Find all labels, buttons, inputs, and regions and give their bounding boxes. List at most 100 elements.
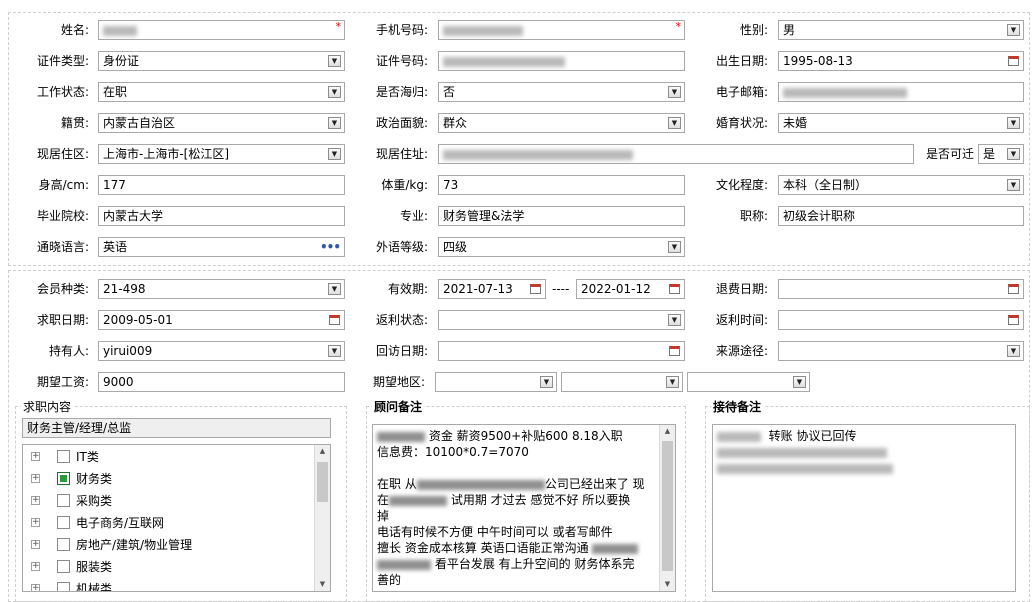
expand-icon[interactable]: +: [31, 540, 40, 549]
more-icon[interactable]: •••: [320, 238, 341, 256]
advisor-notes-textarea[interactable]: 资金 薪资9500+补贴600 8.18入职 信息费：10100*0.7=707…: [372, 424, 676, 592]
chevron-down-icon[interactable]: ▼: [328, 345, 341, 357]
refund-date-field[interactable]: [778, 279, 1024, 299]
weight-label: 体重/kg:: [381, 178, 428, 192]
holder-label: 持有人:: [48, 344, 89, 358]
chevron-down-icon[interactable]: ▼: [1007, 24, 1020, 36]
scroll-up-icon[interactable]: ▲: [315, 445, 330, 458]
checkbox-checked[interactable]: [57, 472, 70, 485]
scroll-down-icon[interactable]: ▼: [315, 578, 330, 591]
region-city-select[interactable]: ▼: [561, 372, 683, 392]
region-province-select[interactable]: ▼: [435, 372, 557, 392]
salary-field[interactable]: 9000: [98, 372, 345, 392]
mobile-field[interactable]: *: [438, 20, 685, 40]
address-field[interactable]: [438, 144, 914, 164]
member-type-select[interactable]: 21-498 ▼: [98, 279, 345, 299]
residence-area-select[interactable]: 上海市-上海市-[松江区] ▼: [98, 144, 345, 164]
checkbox[interactable]: [57, 516, 70, 529]
workstatus-select[interactable]: 在职 ▼: [98, 82, 345, 102]
chevron-down-icon[interactable]: ▼: [668, 86, 681, 98]
major-field[interactable]: 财务管理&法学: [438, 206, 685, 226]
scroll-up-icon[interactable]: ▲: [660, 425, 675, 438]
marital-select[interactable]: 未婚 ▼: [778, 113, 1024, 133]
chevron-down-icon[interactable]: ▼: [1007, 117, 1020, 129]
tree-scrollbar[interactable]: ▲ ▼: [314, 445, 330, 591]
relocate-select[interactable]: 是 ▼: [978, 144, 1024, 164]
source-select[interactable]: ▼: [778, 341, 1024, 361]
rebate-time-field[interactable]: [778, 310, 1024, 330]
origin-select[interactable]: 内蒙古自治区 ▼: [98, 113, 345, 133]
chevron-down-icon[interactable]: ▼: [666, 376, 679, 388]
calendar-icon[interactable]: [1008, 315, 1019, 325]
checkbox[interactable]: [57, 450, 70, 463]
education-select[interactable]: 本科（全日制） ▼: [778, 175, 1024, 195]
weight-field[interactable]: 73: [438, 175, 685, 195]
chevron-down-icon[interactable]: ▼: [328, 55, 341, 67]
political-select[interactable]: 群众 ▼: [438, 113, 685, 133]
political-label: 政治面貌:: [375, 116, 428, 130]
calendar-icon[interactable]: [1008, 56, 1019, 66]
valid-from-field[interactable]: 2021-07-13: [438, 279, 546, 299]
calendar-icon[interactable]: [1008, 284, 1019, 294]
checkbox[interactable]: [57, 582, 70, 591]
title-field[interactable]: 初级会计职称: [778, 206, 1024, 226]
scroll-down-icon[interactable]: ▼: [660, 578, 675, 591]
chevron-down-icon[interactable]: ▼: [328, 283, 341, 295]
chevron-down-icon[interactable]: ▼: [328, 117, 341, 129]
expand-icon[interactable]: +: [31, 518, 40, 527]
checkbox[interactable]: [57, 560, 70, 573]
overseas-select[interactable]: 否 ▼: [438, 82, 685, 102]
chevron-down-icon[interactable]: ▼: [328, 86, 341, 98]
name-field[interactable]: *: [98, 20, 345, 40]
notes-scrollbar[interactable]: ▲ ▼: [659, 425, 675, 591]
calendar-icon[interactable]: [669, 284, 680, 294]
scroll-thumb[interactable]: [662, 441, 673, 571]
calendar-icon[interactable]: [329, 315, 340, 325]
chevron-down-icon[interactable]: ▼: [1007, 148, 1020, 160]
idtype-value: 身份证: [103, 54, 140, 68]
birth-date-field[interactable]: 1995-08-13: [778, 51, 1024, 71]
expand-icon[interactable]: +: [31, 584, 40, 591]
idtype-select[interactable]: 身份证 ▼: [98, 51, 345, 71]
checkbox[interactable]: [57, 538, 70, 551]
job-tree[interactable]: + IT类 + 财务类 + 采购类 + 电子商务/互联网 + 房地产/建筑/物业…: [22, 444, 331, 592]
email-field[interactable]: [778, 82, 1024, 102]
language-label: 通晓语言:: [36, 240, 89, 254]
height-field[interactable]: 177: [98, 175, 345, 195]
overseas-label: 是否海归:: [375, 85, 428, 99]
tree-item-label: IT类: [76, 450, 99, 464]
holder-select[interactable]: yirui009 ▼: [98, 341, 345, 361]
expand-icon[interactable]: +: [31, 452, 40, 461]
revisit-date-field[interactable]: [438, 341, 685, 361]
valid-to-field[interactable]: 2022-01-12: [576, 279, 685, 299]
chevron-down-icon[interactable]: ▼: [1007, 179, 1020, 191]
gender-label: 性别:: [739, 23, 768, 37]
language-field[interactable]: 英语 •••: [98, 237, 345, 257]
chevron-down-icon[interactable]: ▼: [1007, 345, 1020, 357]
expand-icon[interactable]: +: [31, 496, 40, 505]
chevron-down-icon[interactable]: ▼: [328, 148, 341, 160]
expand-icon[interactable]: +: [31, 562, 40, 571]
idno-field[interactable]: [438, 51, 685, 71]
lang-level-select[interactable]: 四级 ▼: [438, 237, 685, 257]
calendar-icon[interactable]: [669, 346, 680, 356]
chevron-down-icon[interactable]: ▼: [793, 376, 806, 388]
scroll-thumb[interactable]: [317, 462, 328, 502]
expand-icon[interactable]: +: [31, 474, 40, 483]
job-date-field[interactable]: 2009-05-01: [98, 310, 345, 330]
reception-notes-textarea[interactable]: 转账 协议已回传: [712, 424, 1016, 592]
chevron-down-icon[interactable]: ▼: [540, 376, 553, 388]
region-district-select[interactable]: ▼: [687, 372, 810, 392]
major-label: 专业:: [399, 209, 428, 223]
calendar-icon[interactable]: [530, 284, 541, 294]
rebate-status-select[interactable]: ▼: [438, 310, 685, 330]
school-field[interactable]: 内蒙古大学: [98, 206, 345, 226]
refund-date-label: 退费日期:: [715, 282, 768, 296]
chevron-down-icon[interactable]: ▼: [668, 314, 681, 326]
chevron-down-icon[interactable]: ▼: [668, 241, 681, 253]
job-date-value: 2009-05-01: [103, 313, 173, 327]
job-selected-field[interactable]: 财务主管/经理/总监: [22, 418, 331, 438]
chevron-down-icon[interactable]: ▼: [668, 117, 681, 129]
gender-select[interactable]: 男 ▼: [778, 20, 1024, 40]
checkbox[interactable]: [57, 494, 70, 507]
